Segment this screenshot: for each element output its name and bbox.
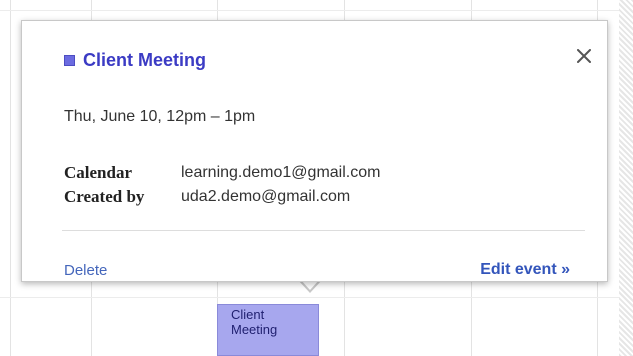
event-title-row: Client Meeting <box>64 50 206 71</box>
calendar-color-icon <box>64 55 75 66</box>
event-detail-popup: Client Meeting Thu, June 10, 12pm – 1pm … <box>21 20 608 282</box>
event-details: Calendar learning.demo1@gmail.com Create… <box>64 161 380 209</box>
calendar-event-block-label: Client Meeting <box>231 307 278 337</box>
calendar-event-block[interactable]: Client Meeting <box>217 304 319 356</box>
created-by-value: uda2.demo@gmail.com <box>181 188 351 205</box>
close-button[interactable] <box>572 44 596 68</box>
divider <box>62 230 585 231</box>
detail-row-created-by: Created by uda2.demo@gmail.com <box>64 185 380 209</box>
close-icon <box>577 49 591 63</box>
calendar-label: Calendar <box>64 163 132 182</box>
edit-event-link[interactable]: Edit event » <box>480 261 570 279</box>
created-by-label: Created by <box>64 187 145 206</box>
event-time: Thu, June 10, 12pm – 1pm <box>64 108 256 125</box>
delete-link[interactable]: Delete <box>64 262 107 279</box>
event-title: Client Meeting <box>83 50 207 70</box>
weekend-hatch <box>619 0 633 356</box>
detail-row-calendar: Calendar learning.demo1@gmail.com <box>64 161 380 185</box>
calendar-value: learning.demo1@gmail.com <box>181 164 381 181</box>
